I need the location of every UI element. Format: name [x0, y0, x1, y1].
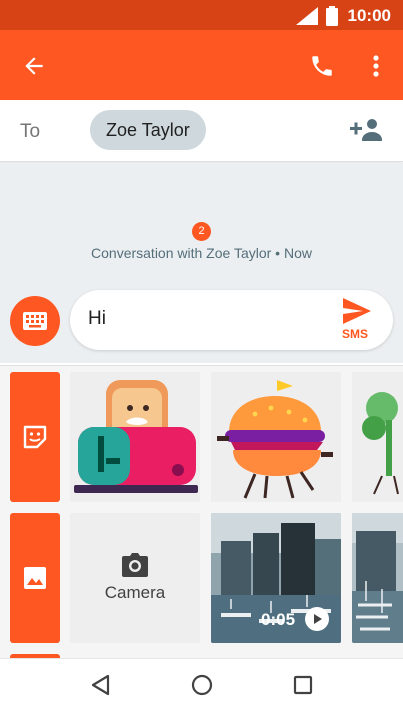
conversation-title: Conversation with Zoe Taylor • Now [91, 245, 312, 261]
keyboard-button[interactable] [10, 296, 60, 346]
sticker-toaster[interactable] [70, 372, 200, 502]
media-picker: Camera 0:05 [0, 365, 403, 658]
camera-icon [122, 553, 148, 577]
add-person-icon[interactable] [350, 116, 384, 149]
message-box: SMS [70, 290, 393, 350]
image-icon [24, 567, 46, 589]
phone-icon[interactable] [306, 50, 338, 82]
photo-thumbnail[interactable] [352, 513, 403, 643]
tree-sticker-image [352, 372, 403, 502]
recipient-row: To Zoe Taylor [0, 100, 403, 162]
video-duration: 0:05 [261, 610, 296, 629]
keyboard-icon [23, 312, 47, 330]
recents-square-icon[interactable] [293, 674, 313, 696]
system-nav-bar [0, 658, 403, 718]
burger-sticker-image [211, 372, 341, 502]
send-type-label: SMS [342, 327, 369, 341]
status-bar: 10:00 [0, 0, 403, 30]
send-icon [343, 298, 371, 324]
send-button[interactable]: SMS [332, 296, 386, 344]
compose-bar: SMS [0, 290, 403, 350]
more-vert-icon[interactable] [360, 50, 392, 82]
play-icon[interactable] [305, 607, 329, 631]
recipient-chip[interactable]: Zoe Taylor [90, 110, 206, 150]
camera-tile[interactable]: Camera [70, 513, 200, 643]
participant-count-badge: 2 [192, 222, 211, 241]
tab-stickers[interactable] [10, 372, 60, 502]
to-label: To [20, 121, 41, 142]
sticker-burger[interactable] [211, 372, 341, 502]
battery-icon [326, 6, 338, 26]
back-triangle-icon[interactable] [90, 674, 110, 696]
clock: 10:00 [347, 6, 391, 25]
marina-photo-image [352, 513, 403, 643]
tab-gallery[interactable] [10, 513, 60, 643]
back-arrow-icon[interactable] [18, 50, 50, 82]
signal-icon [296, 7, 318, 25]
home-circle-icon[interactable] [191, 674, 213, 696]
camera-label: Camera [104, 583, 166, 602]
sticker-icon [23, 425, 47, 449]
toaster-sticker-image [70, 372, 200, 502]
sticker-tree[interactable] [352, 372, 403, 502]
message-input[interactable] [88, 308, 328, 330]
video-thumbnail[interactable]: 0:05 [211, 513, 341, 643]
app-bar [0, 30, 403, 100]
